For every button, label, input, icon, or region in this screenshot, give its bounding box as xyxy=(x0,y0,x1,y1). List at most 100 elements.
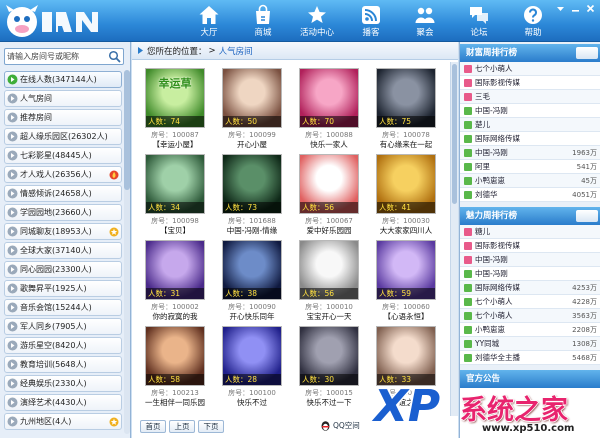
nav-rss[interactable]: 播客 xyxy=(344,1,398,41)
rank-row[interactable]: 中国-冯刚 xyxy=(460,104,600,118)
pager-button[interactable]: 上页 xyxy=(169,420,195,433)
rank-row[interactable]: 中国-冯刚 xyxy=(460,253,600,267)
room-thumbnail[interactable]: 人数：41 xyxy=(376,154,436,214)
sidebar-item[interactable]: 七彩影星(48445人) xyxy=(4,147,122,164)
sidebar-item[interactable]: 九州地区(4人) xyxy=(4,413,122,430)
room-name[interactable]: 宝宝开心一天 xyxy=(292,311,366,322)
room-name[interactable]: 开心小屋 xyxy=(215,139,289,150)
room-name[interactable]: 你的寂寞的我 xyxy=(138,311,212,322)
room-card[interactable]: 人数：41 房号：100030 大大家家四川人 xyxy=(369,154,443,236)
sidebar-item[interactable]: 演绎艺术(4430人) xyxy=(4,394,122,411)
room-name[interactable]: 开心快乐同年 xyxy=(215,311,289,322)
room-grid-scrollbar[interactable] xyxy=(450,62,458,416)
room-grid-scroll-thumb[interactable] xyxy=(452,64,457,204)
room-card[interactable]: 人数：31 房号：100002 你的寂寞的我 xyxy=(138,240,212,322)
sidebar-item[interactable]: 超人缘乐园区(26302人) xyxy=(4,128,122,145)
rank-row[interactable]: 糖儿 xyxy=(460,225,600,239)
room-name[interactable]: 快乐不过一下 xyxy=(292,397,366,408)
rank-panel-title[interactable]: 魅力周排行榜 xyxy=(460,207,600,225)
sidebar-item[interactable]: 情感倾诉(24658人) xyxy=(4,185,122,202)
room-thumbnail[interactable]: 人数：30 xyxy=(299,326,359,386)
sidebar-item[interactable]: 在线人数(347144人) xyxy=(4,71,122,88)
pager-button[interactable]: 下页 xyxy=(198,420,224,433)
search-input[interactable] xyxy=(7,50,107,63)
room-thumbnail[interactable]: 人数：50 xyxy=(222,68,282,128)
rank-row[interactable]: 国际网络传媒 xyxy=(460,132,600,146)
rank-row[interactable]: 国际影视传媒 xyxy=(460,239,600,253)
sidebar-item[interactable]: 才人戏人(26356人) xyxy=(4,166,122,183)
room-card[interactable]: 人数：56 房号：100010 宝宝开心一天 xyxy=(292,240,366,322)
room-name[interactable]: 【幸运小屋】 xyxy=(138,139,212,150)
room-thumbnail[interactable]: 人数：34 xyxy=(145,154,205,214)
rank-more-tab[interactable] xyxy=(576,210,598,222)
room-name[interactable]: 有心缘来在一起 xyxy=(369,139,443,150)
sidebar-item[interactable]: 推荐房间 xyxy=(4,109,122,126)
room-card[interactable]: 人数：58 房号：100213 一生相伴一同乐园 xyxy=(138,326,212,408)
room-card[interactable]: 幸运草 人数：74 房号：100087 【幸运小屋】 xyxy=(138,68,212,150)
sidebar-item[interactable]: 教育培训(5648人) xyxy=(4,356,122,373)
rank-row[interactable]: 国际网络传媒 4253万 xyxy=(460,281,600,295)
rank-row[interactable]: 小鸭崽崽 2208万 xyxy=(460,323,600,337)
nav-shop[interactable]: 商城 xyxy=(236,1,290,41)
room-name[interactable]: 【心语永恒】 xyxy=(369,311,443,322)
room-thumbnail[interactable]: 人数：73 xyxy=(222,154,282,214)
nav-activity[interactable]: 活动中心 xyxy=(290,1,344,41)
rank-row[interactable]: 刘德华 4051万 xyxy=(460,188,600,202)
room-card[interactable]: 人数：38 房号：100090 开心快乐同年 xyxy=(215,240,289,322)
rank-row[interactable]: 七个小萌人 3563万 xyxy=(460,309,600,323)
breadcrumb-current[interactable]: 人气房间 xyxy=(219,45,253,57)
room-thumbnail[interactable]: 人数：31 xyxy=(145,240,205,300)
sidebar-item[interactable]: 同心园园(23300人) xyxy=(4,261,122,278)
rank-row[interactable]: YY同城 1308万 xyxy=(460,337,600,351)
room-card[interactable]: 人数：73 房号：101688 中国-冯刚-情缘 xyxy=(215,154,289,236)
minimize-button[interactable] xyxy=(569,3,582,14)
room-name[interactable]: 快乐一家人 xyxy=(292,139,366,150)
room-card[interactable]: 人数：28 房号：100100 快乐不过 xyxy=(215,326,289,408)
room-name[interactable]: 大大家家四川人 xyxy=(369,225,443,236)
room-thumbnail[interactable]: 人数：56 xyxy=(299,154,359,214)
sidebar-item[interactable]: 音乐会馆(15244人) xyxy=(4,299,122,316)
rank-row[interactable]: 刘德华全主播 5468万 xyxy=(460,351,600,365)
nav-party[interactable]: 聚会 xyxy=(398,1,452,41)
room-name[interactable]: 快乐不过 xyxy=(215,397,289,408)
sidebar-item[interactable]: 经典娱乐(2330人) xyxy=(4,375,122,392)
room-thumbnail[interactable]: 人数：75 xyxy=(376,68,436,128)
search-icon[interactable] xyxy=(108,50,121,63)
rank-row[interactable]: 中国-冯刚 1963万 xyxy=(460,146,600,160)
room-name[interactable]: 爱中好乐园园 xyxy=(292,225,366,236)
room-thumbnail[interactable]: 人数：70 xyxy=(299,68,359,128)
room-thumbnail[interactable]: 幸运草 人数：74 xyxy=(145,68,205,128)
room-thumbnail[interactable]: 人数：38 xyxy=(222,240,282,300)
rank-row[interactable]: 楚儿 xyxy=(460,118,600,132)
share-qzone[interactable]: QQ空间 xyxy=(320,420,360,431)
room-thumbnail[interactable]: 人数：28 xyxy=(222,326,282,386)
pager-button[interactable]: 首页 xyxy=(140,420,166,433)
sidebar-item[interactable]: 歌舞昇平(1925人) xyxy=(4,280,122,297)
rank-row[interactable]: 七个小萌人 4228万 xyxy=(460,295,600,309)
rank-panel-title[interactable]: 财富周排行榜 xyxy=(460,44,600,62)
room-thumbnail[interactable]: 人数：56 xyxy=(299,240,359,300)
room-card[interactable]: 人数：56 房号：100067 爱中好乐园园 xyxy=(292,154,366,236)
room-card[interactable]: 人数：59 房号：100060 【心语永恒】 xyxy=(369,240,443,322)
rank-row[interactable]: 七个小萌人 xyxy=(460,62,600,76)
rank-row[interactable]: 国际影视传媒 xyxy=(460,76,600,90)
room-card[interactable]: 人数：50 房号：100099 开心小屋 xyxy=(215,68,289,150)
rank-more-tab[interactable] xyxy=(576,47,598,59)
room-name[interactable]: 【宝贝】 xyxy=(138,225,212,236)
app-logo[interactable] xyxy=(4,2,104,40)
sidebar-item[interactable]: 同城聊友(18953人) xyxy=(4,223,122,240)
menu-down-button[interactable] xyxy=(554,3,567,14)
sidebar-item[interactable]: 学园园地(23660人) xyxy=(4,204,122,221)
room-card[interactable]: 人数：30 房号：100015 快乐不过一下 xyxy=(292,326,366,408)
sidebar-item[interactable]: 人气房间 xyxy=(4,90,122,107)
room-name[interactable]: 中国-冯刚-情缘 xyxy=(215,225,289,236)
rank-row[interactable]: 阿里 541万 xyxy=(460,160,600,174)
close-button[interactable] xyxy=(584,3,597,14)
sidebar-scroll-thumb[interactable] xyxy=(124,70,130,190)
room-name[interactable]: 一生相伴一同乐园 xyxy=(138,397,212,408)
rank-row[interactable]: 中国-冯刚 xyxy=(460,267,600,281)
room-thumbnail[interactable]: 人数：33 xyxy=(376,326,436,386)
nav-home[interactable]: 大厅 xyxy=(182,1,236,41)
sidebar-item[interactable]: 军人同乡(7905人) xyxy=(4,318,122,335)
sidebar-item[interactable]: 全球大家(37140人) xyxy=(4,242,122,259)
